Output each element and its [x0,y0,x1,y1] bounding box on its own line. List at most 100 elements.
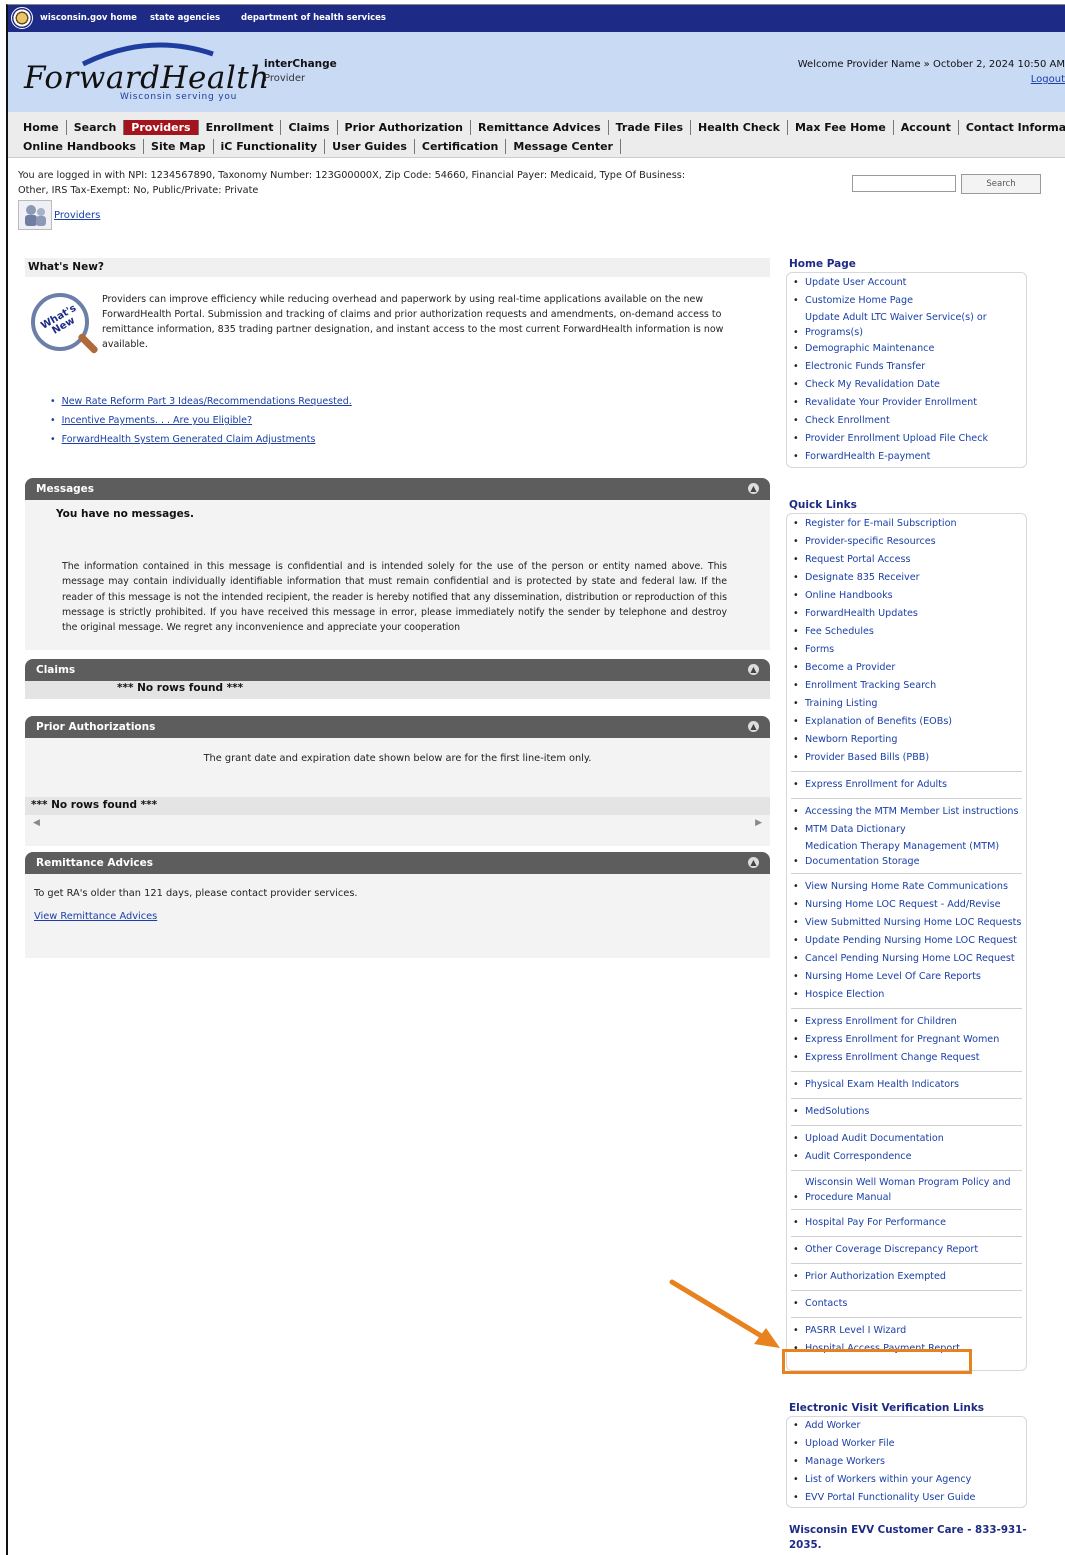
list-item[interactable]: Upload Audit Documentation [791,1130,1026,1148]
list-item[interactable]: Wisconsin Well Woman Program Policy and … [791,1175,1022,1210]
list-item[interactable]: MedSolutions [791,1103,1022,1126]
list-item[interactable]: Other Coverage Discrepancy Report [791,1241,1022,1264]
nav-site-map[interactable]: Site Map [144,139,214,154]
nav-claims[interactable]: Claims [281,120,338,135]
list-item[interactable]: Express Enrollment for Adults [791,776,1022,799]
nav-ic-functionality[interactable]: iC Functionality [214,139,326,154]
whats-new-heading: What's New? [25,258,770,277]
providers-icon[interactable] [18,200,52,230]
list-item[interactable]: Fee Schedules [791,623,1026,641]
list-item[interactable]: Nursing Home LOC Request - Add/Revise [791,896,1026,914]
rate-reform-link[interactable]: New Rate Reform Part 3 Ideas/Recommendat… [62,396,352,407]
nav-remittance-advices[interactable]: Remittance Advices [471,120,609,135]
list-item[interactable]: Audit Correspondence [791,1148,1022,1171]
list-item[interactable]: Hospice Election [791,986,1022,1009]
nav-providers[interactable]: Providers [124,120,199,135]
quick-links-box: Register for E-mail Subscription Provide… [786,513,1027,1371]
list-item[interactable]: Register for E-mail Subscription [791,515,1026,533]
list-item[interactable]: Physical Exam Health Indicators [791,1076,1022,1099]
list-item[interactable]: Online Handbooks [791,587,1026,605]
list-item[interactable]: Express Enrollment Change Request [791,1049,1022,1072]
prior-auth-no-rows: *** No rows found *** [31,799,158,811]
nav-user-guides[interactable]: User Guides [325,139,415,154]
incentive-payments-link[interactable]: Incentive Payments. . . Are you Eligible… [62,415,252,426]
list-item[interactable]: ForwardHealth Updates [791,605,1026,623]
collapse-toggle-icon[interactable]: ▲ [748,857,759,868]
list-item[interactable]: Request Portal Access [791,551,1026,569]
list-item[interactable]: EVV Portal Functionality User Guide [791,1489,1026,1507]
state-agencies-link[interactable]: state agencies [150,13,220,23]
list-item[interactable]: Provider Enrollment Upload File Check [791,430,1026,448]
providers-breadcrumb-link[interactable]: Providers [54,210,100,221]
nav-account[interactable]: Account [894,120,959,135]
list-item[interactable]: Enrollment Tracking Search [791,677,1026,695]
list-item[interactable]: Training Listing [791,695,1026,713]
list-item[interactable]: Express Enrollment for Children [791,1013,1026,1031]
list-item[interactable]: ForwardHealth E-payment [791,448,1026,466]
home-page-box: Update User Account Customize Home Page … [786,272,1027,468]
list-item[interactable]: Demographic Maintenance [791,340,1026,358]
list-item[interactable]: Update Pending Nursing Home LOC Request [791,932,1026,950]
list-item[interactable]: MTM Data Dictionary [791,821,1026,839]
site-header: ForwardHealth Wisconsin serving you inte… [8,32,1065,112]
list-item[interactable]: Designate 835 Receiver [791,569,1026,587]
list-item[interactable]: Provider-specific Resources [791,533,1026,551]
dhs-link[interactable]: department of health services [241,13,386,23]
list-item[interactable]: Accessing the MTM Member List instructio… [791,803,1026,821]
scroll-right-icon[interactable]: ▶ [755,818,762,828]
list-item[interactable]: Express Enrollment for Pregnant Women [791,1031,1026,1049]
list-item[interactable]: Become a Provider [791,659,1026,677]
nav-home[interactable]: Home [18,120,67,135]
list-item[interactable]: Customize Home Page [791,292,1026,310]
list-item[interactable]: Update User Account [791,274,1026,292]
list-item[interactable]: Nursing Home Level Of Care Reports [791,968,1026,986]
annotation-arrow-icon [669,1279,780,1348]
scroll-left-icon[interactable]: ◀ [33,818,40,828]
collapse-toggle-icon[interactable]: ▲ [748,721,759,732]
list-item[interactable]: Explanation of Benefits (EOBs) [791,713,1026,731]
list-item[interactable]: Check Enrollment [791,412,1026,430]
nav-certification[interactable]: Certification [415,139,507,154]
messages-title: Messages [36,483,95,495]
list-item[interactable]: Revalidate Your Provider Enrollment [791,394,1026,412]
search-button[interactable]: Search [961,174,1041,194]
list-item[interactable]: Hospital Pay For Performance [791,1214,1022,1237]
home-page-title: Home Page [789,258,856,270]
list-item[interactable]: PASRR Level I Wizard [791,1322,1026,1340]
wisconsin-gov-home-link[interactable]: wisconsin.gov home [40,13,137,23]
nav-message-center[interactable]: Message Center [506,139,621,154]
list-item[interactable]: View Submitted Nursing Home LOC Requests [791,914,1026,932]
list-item[interactable]: Upload Worker File [791,1435,1026,1453]
list-item[interactable]: Electronic Funds Transfer [791,358,1026,376]
list-item[interactable]: Medication Therapy Management (MTM) Docu… [791,839,1022,874]
nav-max-fee-home[interactable]: Max Fee Home [788,120,894,135]
list-item[interactable]: Manage Workers [791,1453,1026,1471]
claim-adjustments-link[interactable]: ForwardHealth System Generated Claim Adj… [62,434,316,445]
list-item[interactable]: Newborn Reporting [791,731,1026,749]
nav-prior-authorization[interactable]: Prior Authorization [338,120,472,135]
prior-auth-portlet-header: Prior Authorizations ▲ [25,716,770,738]
list-item[interactable]: View Nursing Home Rate Communications [791,878,1026,896]
list-item[interactable]: Cancel Pending Nursing Home LOC Request [791,950,1026,968]
logo-text[interactable]: ForwardHealth [24,60,270,96]
list-item[interactable]: Provider Based Bills (PBB) [791,749,1022,772]
nav-search[interactable]: Search [67,120,125,135]
list-item[interactable]: Check My Revalidation Date [791,376,1026,394]
nav-online-handbooks[interactable]: Online Handbooks [18,139,145,154]
list-item[interactable]: List of Workers within your Agency [791,1471,1026,1489]
list-item[interactable]: Prior Authorization Exempted [791,1268,1022,1291]
nav-health-check[interactable]: Health Check [691,120,788,135]
nav-trade-files[interactable]: Trade Files [609,120,691,135]
collapse-toggle-icon[interactable]: ▲ [748,664,759,675]
view-remittance-link[interactable]: View Remittance Advices [34,911,157,922]
list-item[interactable]: Update Adult LTC Waiver Service(s) or Pr… [791,310,1026,340]
list-item[interactable]: Add Worker [791,1417,1026,1435]
search-input[interactable] [852,175,956,192]
list-item[interactable]: Contacts [791,1295,1022,1318]
collapse-toggle-icon[interactable]: ▲ [748,483,759,494]
horizontal-scrollbar[interactable]: ◀ ▶ [25,817,770,831]
logout-link[interactable]: Logout [1031,74,1065,85]
list-item[interactable]: Forms [791,641,1026,659]
nav-contact-information[interactable]: Contact Information [959,120,1065,135]
nav-enrollment[interactable]: Enrollment [199,120,282,135]
